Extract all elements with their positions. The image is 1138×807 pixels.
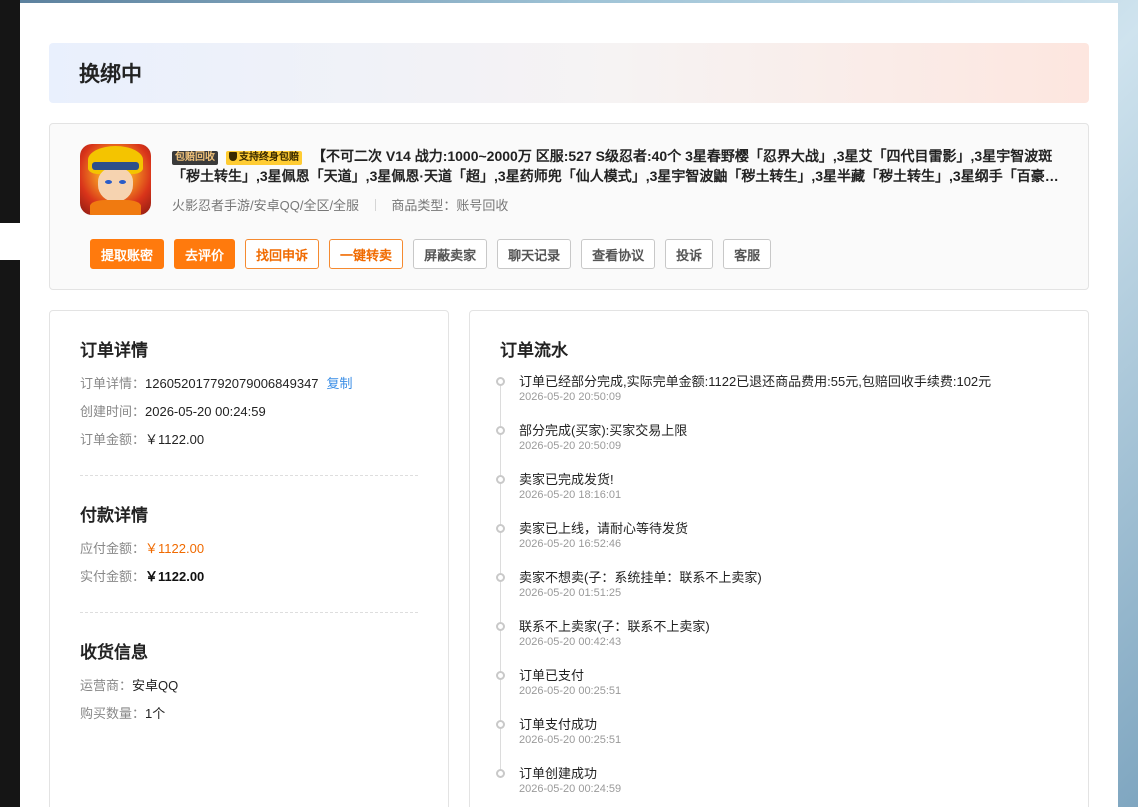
amount-paid-value: ￥1122.00 <box>145 569 205 584</box>
section-divider <box>80 612 418 613</box>
guarantee-tag: 包赔回收 <box>172 151 218 165</box>
timeline-text: 卖家已完成发货! <box>519 472 614 487</box>
review-button[interactable]: 去评价 <box>174 239 236 269</box>
created-time-row: 创建时间：2026-05-20 00:24:59 <box>80 401 266 420</box>
timeline-time: 2026-05-20 20:50:09 <box>519 440 622 452</box>
timeline-time: 2026-05-20 20:50:09 <box>519 391 622 403</box>
timeline-text: 订单支付成功 <box>519 717 598 732</box>
naruto-game-icon <box>80 144 151 215</box>
meta-divider <box>374 199 376 211</box>
order-amount-label: 订单金额： <box>80 432 146 447</box>
timeline-text: 订单创建成功 <box>519 766 598 781</box>
complaint-button[interactable]: 投诉 <box>665 239 714 269</box>
timeline-item: 订单已支付 2026-05-20 00:25:51 <box>496 665 1058 709</box>
timeline-time: 2026-05-20 16:52:46 <box>519 538 622 550</box>
amount-due-row: 应付金额：￥1122.00 <box>80 538 204 557</box>
section-divider <box>80 475 418 476</box>
timeline-time: 2026-05-20 18:16:01 <box>519 489 622 501</box>
block-seller-button[interactable]: 屏蔽卖家 <box>413 239 488 269</box>
timeline-dot <box>496 671 505 680</box>
timeline-item: 订单创建成功 2026-05-20 00:24:59 <box>496 763 1058 807</box>
timeline-time: 2026-05-20 00:25:51 <box>519 734 622 746</box>
order-flow-card: 订单流水 订单已经部分完成,实际完单金额:1122已退还商品费用:55元,包赔回… <box>469 310 1089 807</box>
background-strip <box>0 0 20 223</box>
chat-history-button[interactable]: 聊天记录 <box>497 239 572 269</box>
view-agreement-button[interactable]: 查看协议 <box>581 239 656 269</box>
quantity-label: 购买数量： <box>80 706 146 721</box>
product-type-value: 账号回收 <box>456 198 509 213</box>
order-detail-panel: 换绑中 包赔回收 支持终身包赔 【不可二次 V14 战力:1000~2000万 区服… <box>20 3 1118 807</box>
order-status-banner: 换绑中 <box>49 43 1089 103</box>
order-status-title: 换绑中 <box>79 63 142 86</box>
order-flow-heading: 订单流水 <box>500 341 568 360</box>
order-details-heading: 订单详情 <box>80 341 148 360</box>
background-strip-gap <box>0 223 20 260</box>
amount-due-value: ￥1122.00 <box>145 541 205 556</box>
timeline-time: 2026-05-20 00:42:43 <box>519 636 622 648</box>
timeline-text: 卖家不想卖(子：系统挂单：联系不上卖家) <box>519 570 762 585</box>
created-time-value: 2026-05-20 00:24:59 <box>145 404 266 419</box>
created-time-label: 创建时间： <box>80 404 146 419</box>
quantity-row: 购买数量：1个 <box>80 703 165 722</box>
timeline-item: 订单支付成功 2026-05-20 00:25:51 <box>496 714 1058 758</box>
timeline-item: 联系不上卖家(子：联系不上卖家) 2026-05-20 00:42:43 <box>496 616 1058 660</box>
copy-order-id-link[interactable]: 复制 <box>327 376 353 391</box>
timeline-text: 订单已支付 <box>519 668 585 683</box>
customer-service-button[interactable]: 客服 <box>723 239 772 269</box>
product-title-block: 包赔回收 支持终身包赔 【不可二次 V14 战力:1000~2000万 区服:527… <box>172 146 1062 186</box>
product-title[interactable]: 【不可二次 V14 战力:1000~2000万 区服:527 S级忍者:40个 … <box>172 148 1059 186</box>
timeline-dot <box>496 622 505 631</box>
carrier-row: 运营商：安卓QQ <box>80 675 178 694</box>
timeline-item: 订单已经部分完成,实际完单金额:1122已退还商品费用:55元,包赔回收手续费:… <box>496 371 1058 415</box>
amount-paid-label: 实付金额： <box>80 569 146 584</box>
timeline-item: 卖家不想卖(子：系统挂单：联系不上卖家) 2026-05-20 01:51:25 <box>496 567 1058 611</box>
timeline-dot <box>496 769 505 778</box>
order-id-value: 126052017792079006849347 <box>145 376 319 391</box>
shield-icon <box>229 152 237 161</box>
timeline-dot <box>496 377 505 386</box>
timeline-dot <box>496 720 505 729</box>
carrier-value: 安卓QQ <box>132 678 179 693</box>
order-info-card: 订单详情 订单详情：126052017792079006849347 复制 创建时… <box>49 310 449 807</box>
amount-paid-row: 实付金额：￥1122.00 <box>80 566 204 585</box>
timeline-time: 2026-05-20 01:51:25 <box>519 587 622 599</box>
order-amount-value: ￥1122.00 <box>145 432 205 447</box>
quantity-value: 1个 <box>145 706 166 721</box>
lifetime-guarantee-tag: 支持终身包赔 <box>226 151 302 165</box>
timeline-text: 联系不上卖家(子：联系不上卖家) <box>519 619 710 634</box>
action-buttons: 提取账密 去评价 找回申诉 一键转卖 屏蔽卖家 聊天记录 查看协议 投诉 客服 <box>90 239 772 269</box>
game-info: 火影忍者手游/安卓QQ/全区/全服 <box>172 198 360 213</box>
timeline-dot <box>496 426 505 435</box>
order-id-row: 订单详情：126052017792079006849347 复制 <box>80 373 353 392</box>
timeline-text: 部分完成(买家):买家交易上限 <box>519 423 688 438</box>
delivery-info-heading: 收货信息 <box>80 643 148 662</box>
product-type-label: 商品类型： <box>391 198 457 213</box>
amount-due-label: 应付金额： <box>80 541 146 556</box>
order-amount-row: 订单金额：￥1122.00 <box>80 429 204 448</box>
timeline-time: 2026-05-20 00:24:59 <box>519 783 622 795</box>
product-meta: 火影忍者手游/安卓QQ/全区/全服 商品类型：账号回收 <box>172 195 508 214</box>
lifetime-guarantee-label: 支持终身包赔 <box>239 152 299 163</box>
quick-resell-button[interactable]: 一键转卖 <box>329 239 404 269</box>
timeline-item: 卖家已上线，请耐心等待发货 2026-05-20 16:52:46 <box>496 518 1058 562</box>
timeline-dot <box>496 524 505 533</box>
timeline-item: 卖家已完成发货! 2026-05-20 18:16:01 <box>496 469 1058 513</box>
carrier-label: 运营商： <box>80 678 133 693</box>
background-strip <box>0 260 20 807</box>
timeline-dot <box>496 475 505 484</box>
timeline-text: 订单已经部分完成,实际完单金额:1122已退还商品费用:55元,包赔回收手续费:… <box>519 374 992 389</box>
timeline-time: 2026-05-20 00:25:51 <box>519 685 622 697</box>
timeline-item: 部分完成(买家):买家交易上限 2026-05-20 20:50:09 <box>496 420 1058 464</box>
payment-details-heading: 付款详情 <box>80 506 148 525</box>
timeline-text: 卖家已上线，请耐心等待发货 <box>519 521 689 536</box>
timeline-dot <box>496 573 505 582</box>
order-id-label: 订单详情： <box>80 376 146 391</box>
recovery-appeal-button[interactable]: 找回申诉 <box>245 239 320 269</box>
product-card: 包赔回收 支持终身包赔 【不可二次 V14 战力:1000~2000万 区服:527… <box>49 123 1089 290</box>
extract-credentials-button[interactable]: 提取账密 <box>90 239 165 269</box>
